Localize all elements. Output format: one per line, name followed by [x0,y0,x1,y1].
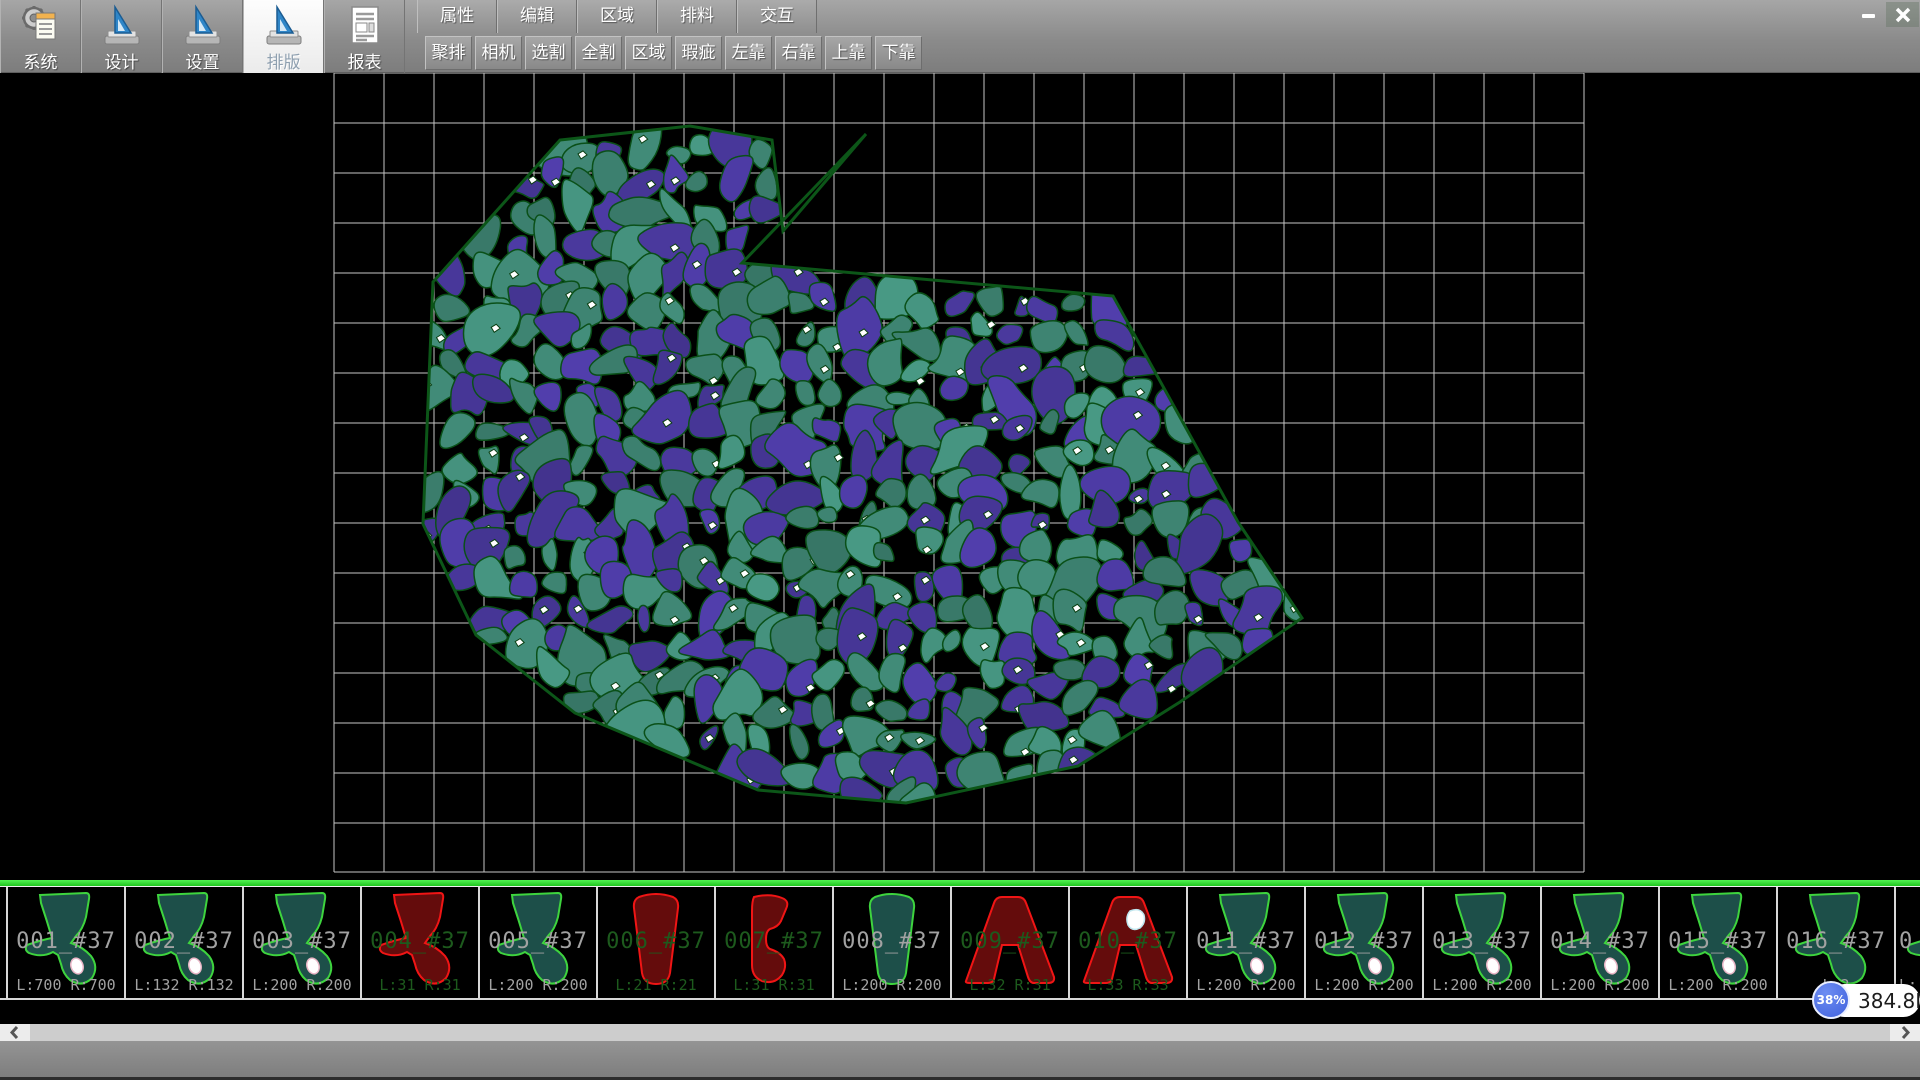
toolbar-button-settings[interactable]: 设置 [162,0,243,73]
piece-id-label: 0 [1896,929,1920,954]
action-button-align-left[interactable]: 左靠 [725,36,772,70]
thumbnail-001[interactable]: 001_#37 L:700 R:700 [6,887,124,998]
thumbnail-006[interactable]: 006_#37 L:21 R:21 [596,887,714,998]
main-toolbar: 系统 设计 设置 排版 [0,0,1920,73]
piece-lr-count: L:200 R:200 [834,976,950,994]
tab-region[interactable]: 区域 [577,0,657,33]
toolbar-button-label: 系统 [24,48,58,73]
piece-id-label: 008_#37 [834,929,950,954]
thumbnail-014[interactable]: 014_#37 L:200 R:200 [1540,887,1658,998]
piece-id-label: 012_#37 [1306,929,1422,954]
piece-id-label: 001_#37 [8,929,124,954]
toolbar-button-report[interactable]: 报表 [324,0,405,73]
thumbnail-007[interactable]: 007_#37 L:31 R:31 [714,887,832,998]
piece-lr-count: L:31 R:31 [716,976,832,994]
action-button-cut-all[interactable]: 全割 [575,36,622,70]
piece-id-label: 004_#37 [362,929,478,954]
action-button-align-bottom[interactable]: 下靠 [875,36,922,70]
minimize-icon [1859,5,1879,25]
piece-id-label: 013_#37 [1424,929,1540,954]
status-bar [0,1041,1920,1077]
action-button-region[interactable]: 区域 [625,36,672,70]
tab-interaction[interactable]: 交互 [737,0,817,33]
action-button-align-top[interactable]: 上靠 [825,36,872,70]
thumbnail-003[interactable]: 003_#37 L:200 R:200 [242,887,360,998]
piece-id-label: 011_#37 [1188,929,1304,954]
toolbar-button-label: 设计 [105,48,139,73]
piece-lr-count: L:200 R:200 [480,976,596,994]
piece-lr-count: L:700 R:700 [8,976,124,994]
nesting-canvas[interactable] [0,73,1920,880]
piece-id-label: 005_#37 [480,929,596,954]
set-square-icon [99,4,145,48]
progress-percent-badge: 38% [1812,981,1850,1019]
tab-edit[interactable]: 编辑 [497,0,577,33]
piece-id-label: 007_#37 [716,929,832,954]
tab-properties[interactable]: 属性 [417,0,497,33]
piece-id-label: 009_#37 [952,929,1068,954]
toolbar-button-system[interactable]: 系统 [0,0,81,73]
set-square-icon [180,4,226,48]
piece-lr-count: L:200 R:200 [1660,976,1776,994]
piece-id-label: 010_#37 [1070,929,1186,954]
chevron-left-icon [7,1024,23,1041]
toolbar-button-label: 设置 [186,48,220,73]
piece-id-label: 002_#37 [126,929,242,954]
piece-lr-count: L:200 R:200 [1542,976,1658,994]
action-button-select-cut[interactable]: 选割 [525,36,572,70]
set-square-icon [261,4,307,48]
thumbnail-012[interactable]: 012_#37 L:200 R:200 [1304,887,1422,998]
thumbnail-008[interactable]: 008_#37 L:200 R:200 [832,887,950,998]
menu-tab-row: 属性编辑区域排料交互 [417,0,817,33]
thumbnail-strip: 001_#37 L:700 R:700 002_#37 L:132 R:132 … [0,886,1920,1000]
piece-lr-count: L:21 R:21 [598,976,714,994]
toolbar-button-label: 排版 [267,48,301,73]
thumbnail-009[interactable]: 009_#37 L:32 R:31 [950,887,1068,998]
memory-value: 384.8M [1858,989,1920,1013]
app-window: 系统 设计 设置 排版 [0,0,1920,1080]
scroll-right-button[interactable] [1890,1024,1920,1041]
piece-lr-count: L:31 R:31 [362,976,478,994]
close-button[interactable] [1886,2,1919,27]
piece-id-label: 015_#37 [1660,929,1776,954]
action-button-align-right[interactable]: 右靠 [775,36,822,70]
horizontal-scrollbar[interactable] [0,1024,1920,1041]
chevron-right-icon [1897,1024,1913,1041]
piece-lr-count: L:132 R:132 [126,976,242,994]
piece-id-label: 003_#37 [244,929,360,954]
piece-lr-count: L:33 R:33 [1070,976,1186,994]
piece-id-label: 016_#37 [1778,929,1894,954]
thumbnail-005[interactable]: 005_#37 L:200 R:200 [478,887,596,998]
piece-id-label: 014_#37 [1542,929,1658,954]
thumbnail-015[interactable]: 015_#37 L:200 R:200 [1658,887,1776,998]
piece-lr-count: L:200 R:200 [1424,976,1540,994]
thumbnail-004[interactable]: 004_#37 L:31 R:31 [360,887,478,998]
report-icon [342,4,388,48]
piece-lr-count: L:200 R:200 [244,976,360,994]
toolbar-button-label: 报表 [348,48,382,73]
piece-lr-count: L:32 R:31 [952,976,1068,994]
big-button-group: 系统 设计 设置 排版 [0,0,405,73]
action-button-row: 聚排相机选割全割区域瑕疵左靠右靠上靠下靠 [425,36,922,70]
action-button-cluster-nest[interactable]: 聚排 [425,36,472,70]
nested-pieces[interactable] [401,111,1308,820]
thumbnail-013[interactable]: 013_#37 L:200 R:200 [1422,887,1540,998]
toolbar-button-layout[interactable]: 排版 [243,0,324,73]
piece-lr-count: L:200 R:200 [1188,976,1304,994]
tab-nesting[interactable]: 排料 [657,0,737,33]
scroll-left-button[interactable] [0,1024,30,1041]
gear-icon [18,4,64,48]
minimize-button[interactable] [1852,2,1885,27]
window-controls [1852,2,1919,27]
close-icon [1893,5,1913,25]
thumbnail-011[interactable]: 011_#37 L:200 R:200 [1186,887,1304,998]
thumbnail-010[interactable]: 010_#37 L:33 R:33 [1068,887,1186,998]
piece-lr-count: L:200 R:200 [1306,976,1422,994]
action-button-defect[interactable]: 瑕疵 [675,36,722,70]
thumbnail-002[interactable]: 002_#37 L:132 R:132 [124,887,242,998]
toolbar-button-design[interactable]: 设计 [81,0,162,73]
progress-bubble: 38% 384.8M [1812,981,1920,1021]
piece-id-label: 006_#37 [598,929,714,954]
action-button-camera[interactable]: 相机 [475,36,522,70]
